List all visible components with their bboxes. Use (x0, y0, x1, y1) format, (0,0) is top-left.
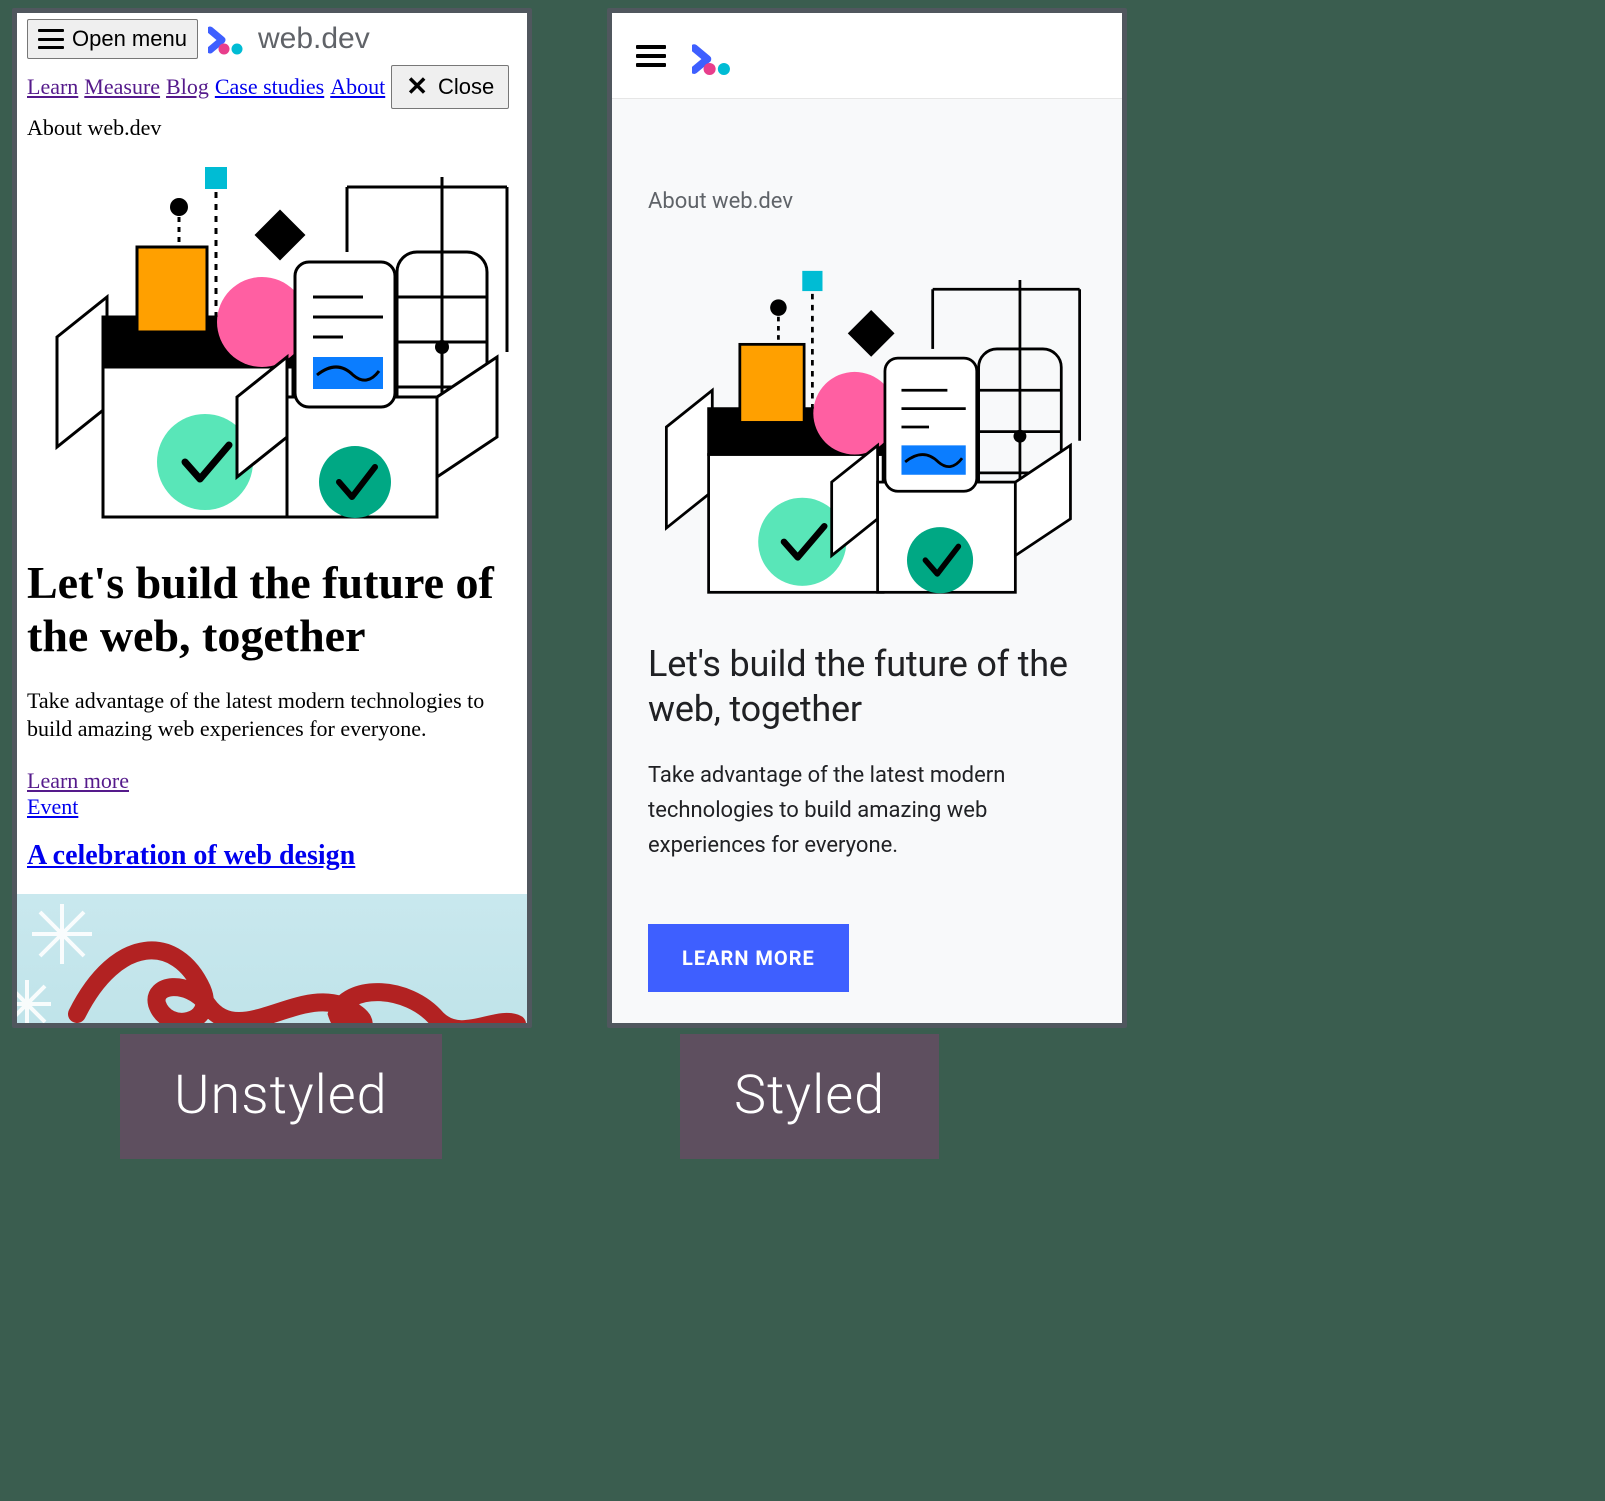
nav-case-studies[interactable]: Case studies (215, 73, 324, 102)
event-title-link[interactable]: A celebration of web design (27, 840, 355, 871)
nav-about[interactable]: About (330, 73, 385, 102)
phone-unstyled: Open menu web.dev Learn Measure Blog Cas… (12, 8, 532, 1028)
close-icon: ✕ (406, 79, 428, 95)
hero-heading: Let's build the future of the web, toget… (648, 642, 1086, 732)
learn-more-button[interactable]: LEARN MORE (648, 924, 849, 992)
nav-blog[interactable]: Blog (166, 73, 209, 102)
nav-links-row: Learn Measure Blog Case studies About ✕ … (27, 65, 517, 109)
hero-illustration (37, 147, 527, 527)
close-label: Close (438, 74, 494, 100)
eyebrow-text: About web.dev (27, 115, 517, 141)
learn-more-link[interactable]: Learn more (27, 768, 129, 794)
nav-measure[interactable]: Measure (84, 73, 160, 102)
close-menu-button[interactable]: ✕ Close (391, 65, 509, 109)
caption-unstyled: Unstyled (120, 1034, 442, 1159)
hero-heading: Let's build the future of the web, toget… (27, 557, 517, 663)
brand-wordmark: web.dev (258, 22, 370, 56)
nav-learn[interactable]: Learn (27, 73, 78, 102)
hero-paragraph: Take advantage of the latest modern tech… (648, 758, 1086, 864)
event-image (12, 894, 527, 1028)
hero-illustration (648, 242, 1098, 612)
hero-paragraph: Take advantage of the latest modern tech… (27, 687, 517, 744)
event-link[interactable]: Event (27, 794, 78, 820)
hamburger-icon[interactable] (636, 45, 666, 67)
webdev-logo-icon (208, 22, 248, 56)
open-menu-button[interactable]: Open menu (27, 19, 198, 59)
hamburger-icon (38, 29, 64, 49)
webdev-logo-icon[interactable] (692, 39, 732, 73)
header-bar (612, 13, 1122, 99)
open-menu-label: Open menu (72, 26, 187, 52)
caption-styled: Styled (680, 1034, 939, 1159)
phone-styled: About web.dev (607, 8, 1127, 1028)
eyebrow-text: About web.dev (648, 189, 1086, 214)
